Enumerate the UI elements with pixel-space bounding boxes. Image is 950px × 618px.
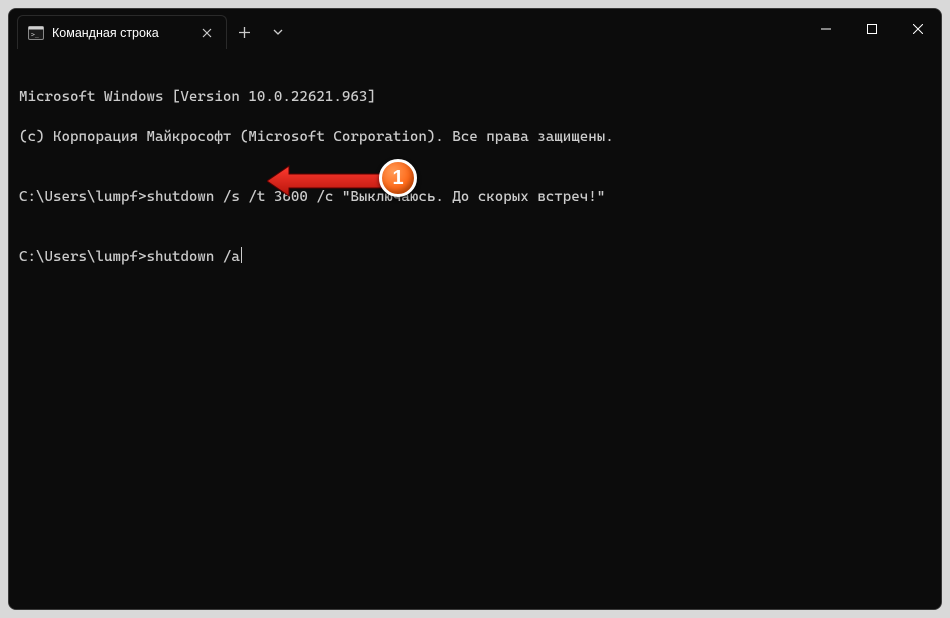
close-button[interactable]: [895, 9, 941, 49]
prompt-prefix: C:\Users\lumpf>: [19, 249, 146, 265]
output-line: (c) Корпорация Майкрософт (Microsoft Cor…: [19, 127, 931, 147]
prompt-command: shutdown /s /t 3600 /c "Выключаюсь. До с…: [146, 189, 605, 205]
prompt-prefix: C:\Users\lumpf>: [19, 189, 146, 205]
new-tab-button[interactable]: [227, 9, 261, 49]
output-line: Microsoft Windows [Version 10.0.22621.96…: [19, 87, 931, 107]
tab-title: Командная строка: [52, 26, 190, 40]
svg-text:>_: >_: [31, 30, 39, 38]
tabs-area: >_ Командная строка: [9, 9, 227, 49]
window-controls: [803, 9, 941, 49]
titlebar[interactable]: >_ Командная строка: [9, 9, 941, 49]
minimize-button[interactable]: [803, 9, 849, 49]
prompt-line-active: C:\Users\lumpf>shutdown /a: [19, 247, 931, 267]
cmd-icon: >_: [28, 25, 44, 41]
tab-dropdown-button[interactable]: [261, 9, 295, 49]
text-cursor: [241, 247, 243, 263]
tab-close-button[interactable]: [198, 24, 216, 42]
prompt-command: shutdown /a: [146, 249, 239, 265]
terminal-output[interactable]: Microsoft Windows [Version 10.0.22621.96…: [9, 49, 941, 609]
titlebar-drag-area[interactable]: [295, 9, 803, 49]
maximize-button[interactable]: [849, 9, 895, 49]
terminal-window: >_ Командная строка: [8, 8, 942, 610]
tab-command-prompt[interactable]: >_ Командная строка: [17, 15, 227, 49]
prompt-line: C:\Users\lumpf>shutdown /s /t 3600 /c "В…: [19, 187, 931, 207]
